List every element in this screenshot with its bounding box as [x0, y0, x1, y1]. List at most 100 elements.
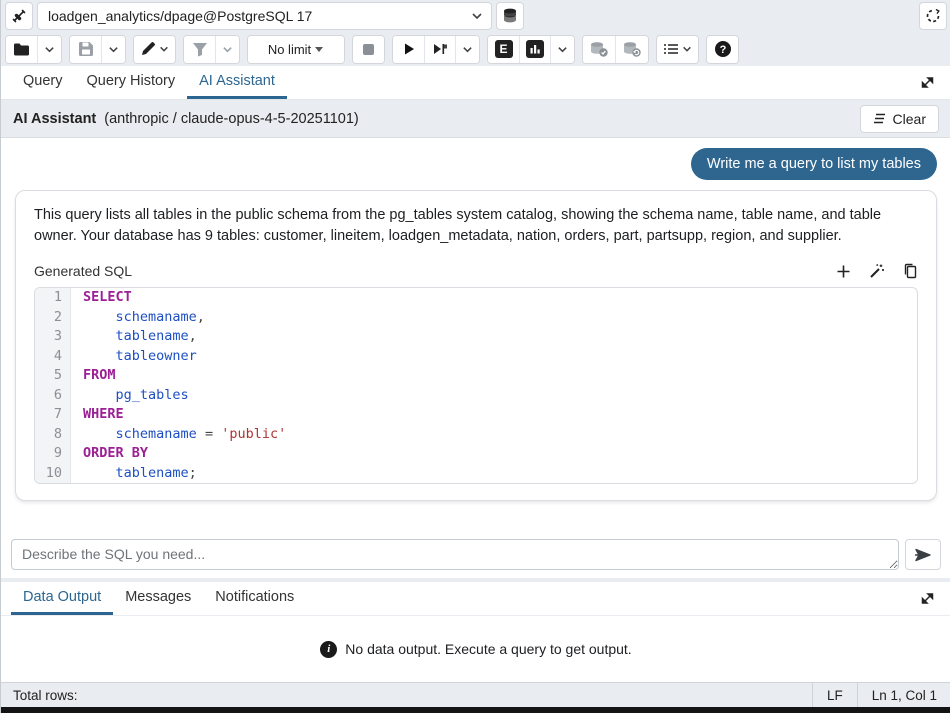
generated-sql-header: Generated SQL [34, 263, 918, 279]
sql-line-code: SELECT [71, 288, 132, 308]
tab-messages[interactable]: Messages [113, 582, 203, 615]
sql-line-number: 2 [35, 308, 71, 328]
open-file-button[interactable] [6, 36, 37, 63]
question-mark-icon: ? [714, 40, 732, 58]
assistant-reply-text: This query lists all tables in the publi… [34, 205, 918, 247]
limit-group: No limit [247, 35, 345, 64]
database-icon [501, 7, 519, 25]
explain-group: E [487, 35, 575, 64]
filter-funnel-icon [192, 42, 208, 57]
magic-wand-icon [869, 263, 885, 279]
sql-line: 2 schemaname, [35, 308, 917, 328]
tab-data-output-label: Data Output [23, 589, 101, 605]
explain-menu-button[interactable] [550, 36, 574, 63]
user-message-row: Write me a query to list my tables [15, 148, 937, 180]
pencil-icon [140, 41, 156, 57]
chevron-down-icon [471, 10, 483, 22]
prompt-input-row [1, 531, 950, 578]
clear-lines-icon [873, 113, 887, 124]
statusbar: Total rows: LF Ln 1, Col 1 [1, 682, 950, 707]
database-rollback-icon [622, 41, 642, 58]
explain-analyze-chart-icon [526, 40, 544, 58]
explain-button[interactable]: E [488, 36, 519, 63]
tab-notifications[interactable]: Notifications [203, 582, 306, 615]
main-tabbar: Query Query History AI Assistant [1, 66, 950, 100]
edit-menu-button[interactable] [134, 36, 175, 63]
explain-analyze-button[interactable] [519, 36, 550, 63]
output-tabbar: Data Output Messages Notifications [1, 582, 950, 616]
copy-sql-button[interactable] [903, 263, 918, 279]
tab-ai-assistant-label: AI Assistant [199, 73, 275, 89]
clear-chat-button[interactable]: Clear [860, 105, 939, 133]
new-connection-button[interactable] [496, 2, 524, 30]
row-limit-select[interactable]: No limit [248, 36, 344, 63]
tab-notifications-label: Notifications [215, 589, 294, 605]
connection-status-button[interactable] [5, 2, 33, 30]
connection-row: loadgen_analytics/dpage@PostgreSQL 17 [1, 0, 950, 32]
generated-sql-code[interactable]: 1SELECT2 schemaname,3 tablename,4 tableo… [34, 287, 918, 484]
sql-line-code: schemaname = 'public' [71, 425, 286, 445]
execute-button[interactable] [393, 36, 424, 63]
sql-line-code: FROM [71, 366, 116, 386]
insert-sql-button[interactable] [836, 264, 851, 279]
total-rows-label: Total rows: [13, 688, 78, 703]
sql-line-number: 9 [35, 444, 71, 464]
chevron-down-icon [159, 44, 169, 54]
filter-group [183, 35, 240, 64]
sql-line-code: tablename; [71, 464, 197, 484]
ai-assistant-title: AI Assistant [13, 111, 96, 127]
sql-line-code: schemaname, [71, 308, 205, 328]
send-prompt-button[interactable] [905, 539, 941, 570]
open-file-menu-button[interactable] [37, 36, 61, 63]
chevron-down-icon [682, 44, 692, 54]
tab-data-output[interactable]: Data Output [11, 582, 113, 615]
statusbar-right: LF Ln 1, Col 1 [812, 683, 950, 707]
stop-group [352, 35, 385, 64]
refine-sql-button[interactable] [869, 263, 885, 279]
help-group: ? [706, 35, 739, 64]
panel-expand-button[interactable] [913, 70, 941, 96]
data-output-area: i No data output. Execute a query to get… [1, 616, 950, 682]
tab-query-history[interactable]: Query History [75, 66, 188, 99]
connection-select[interactable]: loadgen_analytics/dpage@PostgreSQL 17 [37, 2, 492, 30]
send-arrow-icon [914, 548, 932, 562]
sql-line: 9ORDER BY [35, 444, 917, 464]
generated-sql-actions [836, 263, 918, 279]
macro-group [656, 35, 699, 64]
ai-assistant-model: (anthropic / claude-opus-4-5-20251101) [104, 111, 358, 127]
stop-square-icon [362, 43, 375, 56]
macro-menu-button[interactable] [657, 36, 698, 63]
copy-icon [903, 263, 918, 279]
sql-line-number: 3 [35, 327, 71, 347]
filter-menu-button[interactable] [215, 36, 239, 63]
cancel-query-button[interactable] [353, 36, 384, 63]
tab-query[interactable]: Query [11, 66, 75, 99]
clear-button-label: Clear [893, 111, 926, 127]
rollback-button[interactable] [615, 36, 648, 63]
row-limit-value: No limit [268, 42, 311, 57]
sql-line-number: 10 [35, 464, 71, 484]
help-button[interactable]: ? [707, 36, 738, 63]
prompt-input[interactable] [11, 539, 899, 570]
tab-ai-assistant[interactable]: AI Assistant [187, 66, 287, 99]
execute-current-button[interactable] [424, 36, 455, 63]
chevron-down-icon [108, 44, 119, 55]
line-ending-indicator[interactable]: LF [812, 683, 857, 707]
filter-button[interactable] [184, 36, 215, 63]
sql-line-code: ORDER BY [71, 444, 148, 464]
sql-line: 4 tableowner [35, 347, 917, 367]
connection-busy-button[interactable] [919, 2, 947, 30]
transaction-group [582, 35, 649, 64]
commit-button[interactable] [583, 36, 615, 63]
sql-line-code: WHERE [71, 405, 124, 425]
save-button[interactable] [70, 36, 101, 63]
generated-sql-label: Generated SQL [34, 263, 132, 279]
window-bottom-edge [1, 707, 950, 713]
execute-menu-button[interactable] [455, 36, 479, 63]
plus-icon [836, 264, 851, 279]
output-expand-button[interactable] [913, 586, 941, 612]
sql-line-number: 7 [35, 405, 71, 425]
save-menu-button[interactable] [101, 36, 125, 63]
assistant-message-card: This query lists all tables in the publi… [15, 190, 937, 501]
sql-line: 6 pg_tables [35, 386, 917, 406]
